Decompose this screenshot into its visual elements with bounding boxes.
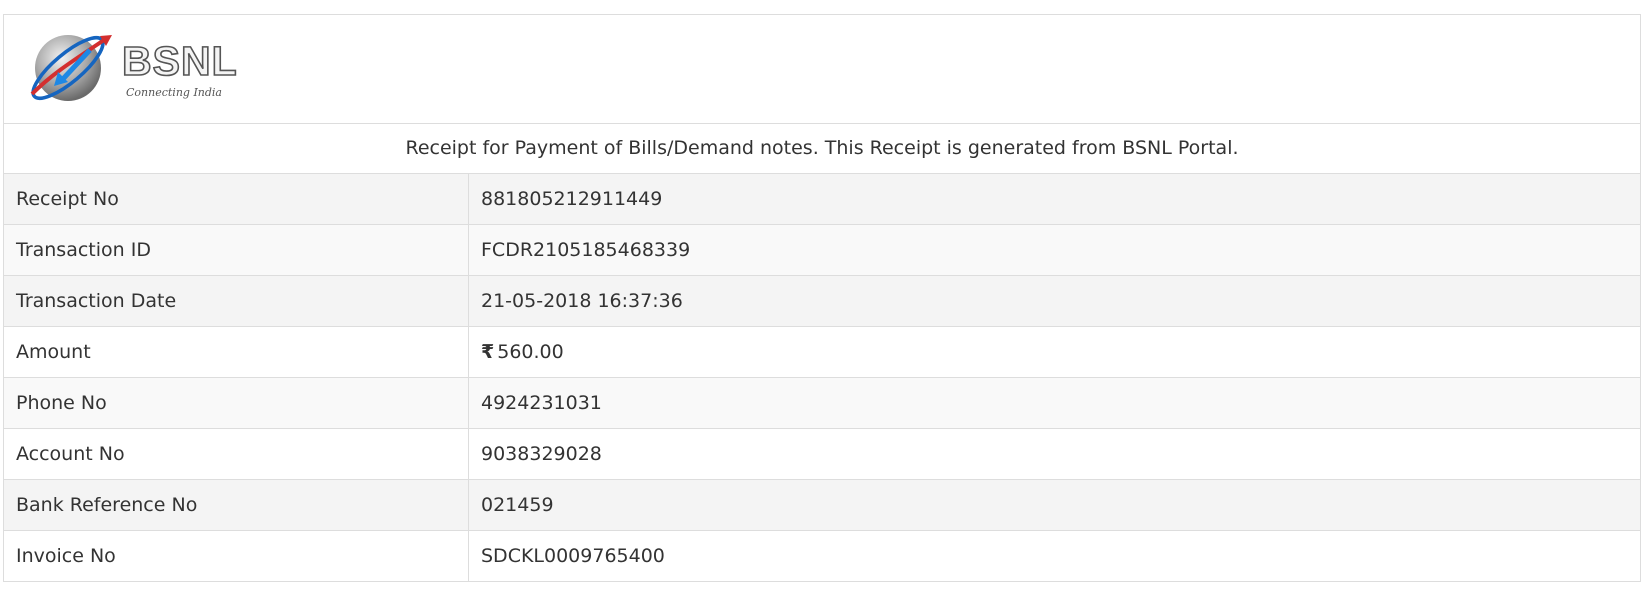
receipt-table: BSNL Connecting India Receipt for Paymen… xyxy=(3,14,1641,582)
table-row-amount: Amount ₹560.00 xyxy=(4,327,1640,378)
table-row-transaction-date: Transaction Date 21-05-2018 16:37:36 xyxy=(4,276,1640,327)
logo-tagline: Connecting India xyxy=(126,86,222,99)
transaction-date-value: 21-05-2018 16:37:36 xyxy=(481,290,683,312)
bsnl-logo: BSNL Connecting India xyxy=(24,32,237,106)
table-row-bank-reference-no: Bank Reference No 021459 xyxy=(4,480,1640,531)
table-row-phone-no: Phone No 4924231031 xyxy=(4,378,1640,429)
amount-value-cell: ₹560.00 xyxy=(469,327,1640,377)
receipt-caption: Receipt for Payment of Bills/Demand note… xyxy=(4,124,1640,174)
amount-value: 560.00 xyxy=(497,341,564,363)
account-no-label: Account No xyxy=(4,429,469,479)
amount-label: Amount xyxy=(4,327,469,377)
transaction-id-label: Transaction ID xyxy=(4,225,469,275)
transaction-id-value: FCDR2105185468339 xyxy=(481,239,691,261)
transaction-date-label: Transaction Date xyxy=(4,276,469,326)
invoice-no-label: Invoice No xyxy=(4,531,469,581)
bank-reference-no-value: 021459 xyxy=(481,494,554,516)
bank-reference-no-label: Bank Reference No xyxy=(4,480,469,530)
phone-no-label: Phone No xyxy=(4,378,469,428)
table-row-invoice-no: Invoice No SDCKL0009765400 xyxy=(4,531,1640,581)
account-no-value: 9038329028 xyxy=(481,443,602,465)
phone-no-value: 4924231031 xyxy=(481,392,602,414)
receipt-no-value: 881805212911449 xyxy=(481,188,663,210)
logo-wordmark: BSNL xyxy=(121,38,238,84)
table-row-receipt-no: Receipt No 881805212911449 xyxy=(4,174,1640,225)
invoice-no-value: SDCKL0009765400 xyxy=(481,545,665,567)
globe-icon xyxy=(30,35,112,101)
rupee-icon: ₹ xyxy=(481,341,495,363)
receipt-details: Receipt No 881805212911449 Transaction I… xyxy=(4,174,1640,581)
table-row-account-no: Account No 9038329028 xyxy=(4,429,1640,480)
logo-header: BSNL Connecting India xyxy=(4,15,1640,124)
table-row-transaction-id: Transaction ID FCDR2105185468339 xyxy=(4,225,1640,276)
receipt-no-label: Receipt No xyxy=(4,174,469,224)
